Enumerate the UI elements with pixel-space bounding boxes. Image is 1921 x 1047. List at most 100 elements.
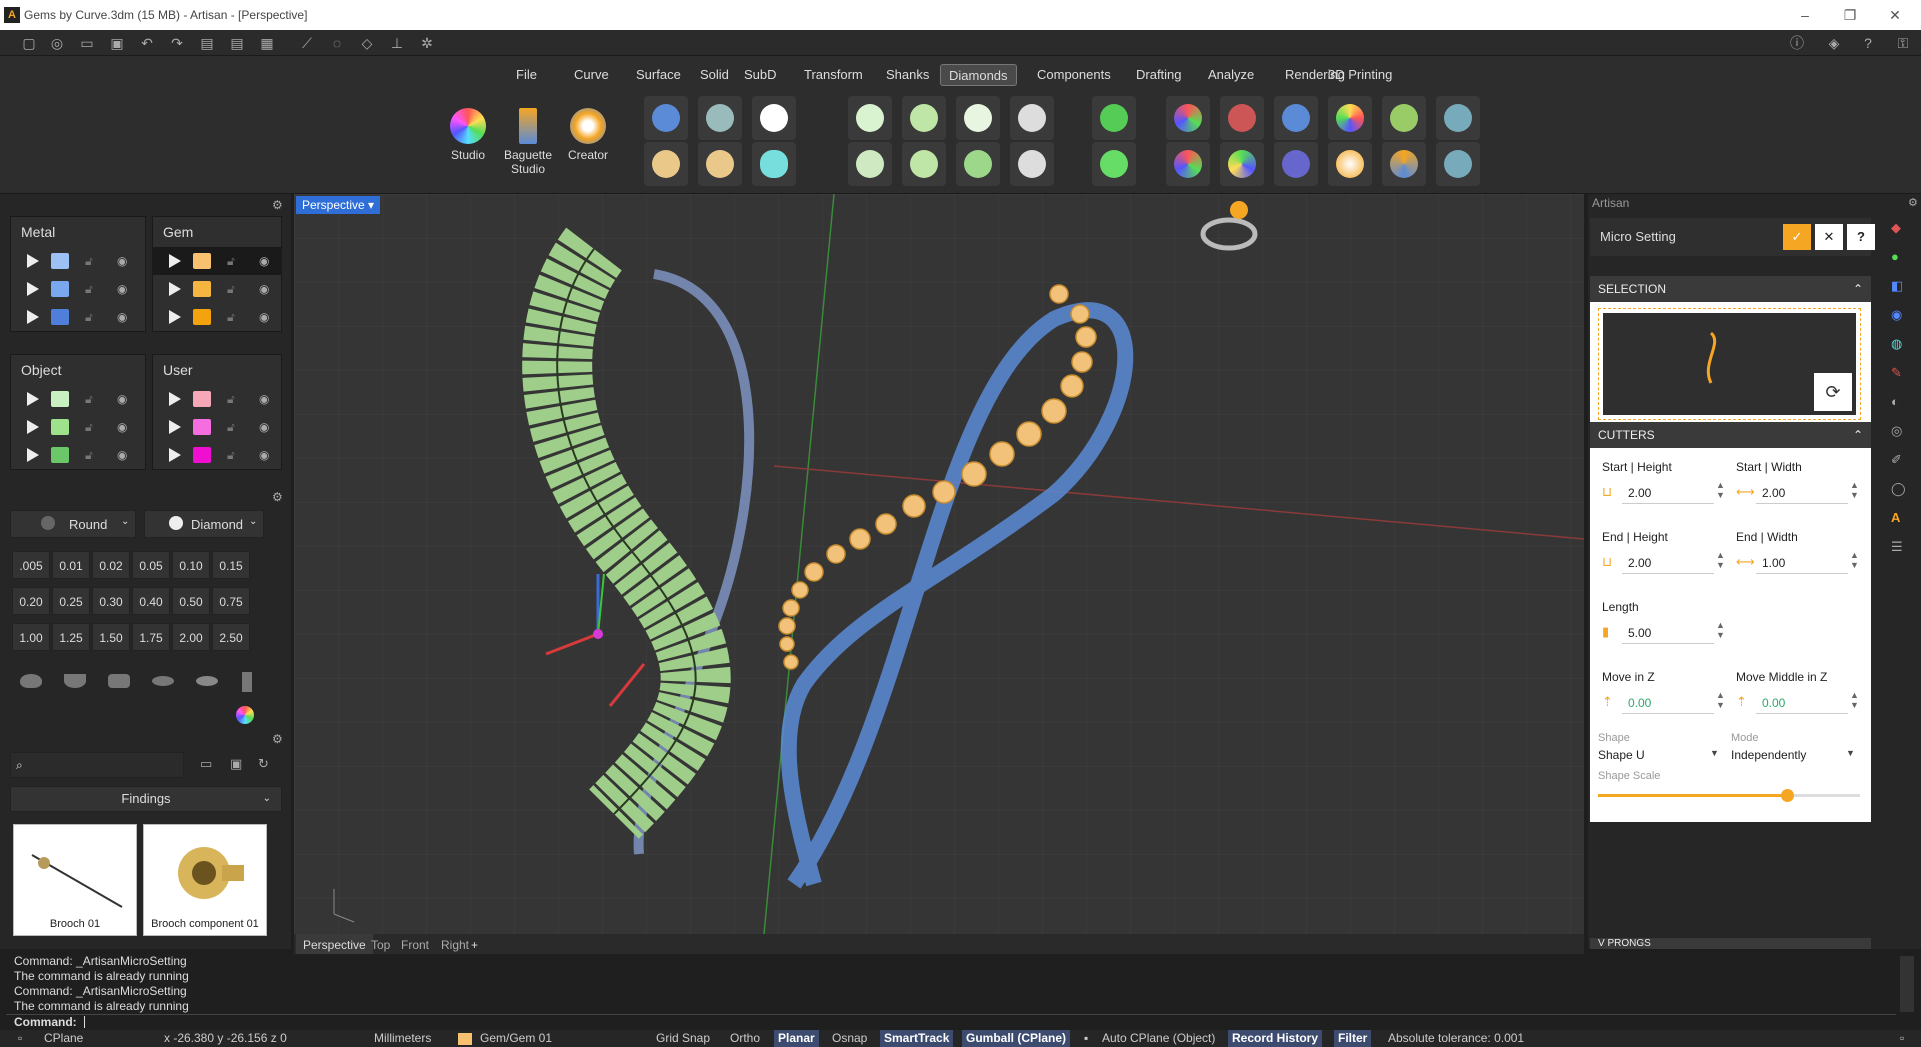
- play-icon[interactable]: [27, 310, 39, 324]
- sphere-tool[interactable]: [752, 96, 796, 140]
- layer-color-swatch[interactable]: [193, 309, 211, 325]
- end-width-stepper[interactable]: ▲ ▼: [1850, 550, 1859, 570]
- menu-shanks[interactable]: Shanks: [878, 64, 937, 86]
- add-viewport-icon[interactable]: +: [464, 934, 485, 954]
- menu-diamonds[interactable]: Diamonds: [940, 64, 1017, 86]
- new-file-icon[interactable]: ▢: [18, 33, 40, 53]
- layer-row[interactable]: 🔓︎ ◉: [11, 413, 145, 441]
- layer-row[interactable]: 🔓︎ ◉: [11, 303, 145, 331]
- length-input[interactable]: 5.00: [1622, 622, 1714, 644]
- redo-icon[interactable]: ↷: [166, 33, 188, 53]
- minimize-button[interactable]: –: [1785, 4, 1825, 26]
- layer-row[interactable]: 🔓︎ ◉: [11, 441, 145, 469]
- list-icon[interactable]: ☰: [1891, 539, 1919, 568]
- size-button[interactable]: 2.00: [172, 623, 210, 651]
- move-middle-z-input[interactable]: 0.00: [1756, 692, 1848, 714]
- halo-setting-icon[interactable]: [152, 676, 174, 686]
- cancel-button[interactable]: ✕: [1815, 224, 1843, 250]
- layers-icon[interactable]: ◈: [1823, 33, 1845, 53]
- layer-row[interactable]: 🔓︎ ◉: [11, 385, 145, 413]
- gem-tool-icon[interactable]: ✲: [416, 33, 438, 53]
- lock-icon[interactable]: 🔓︎: [227, 254, 235, 269]
- settings-gear-icon[interactable]: ⚙: [272, 198, 283, 212]
- layer-color-swatch[interactable]: [51, 419, 69, 435]
- viewport-perspective[interactable]: Perspective ▾ Perspective Top Front Righ…: [294, 194, 1584, 954]
- current-layer[interactable]: Gem/Gem 01: [476, 1030, 556, 1047]
- restore-button[interactable]: ❐: [1830, 4, 1870, 26]
- size-button[interactable]: 0.10: [172, 551, 210, 579]
- cluster-tool[interactable]: [956, 96, 1000, 140]
- lock-icon[interactable]: 🔓︎: [227, 448, 235, 463]
- gem-info-tool[interactable]: [1436, 142, 1480, 186]
- move-middle-z-stepper[interactable]: ▲ ▼: [1850, 690, 1859, 710]
- gem-color-icon[interactable]: [236, 706, 254, 724]
- notes-icon[interactable]: ✐: [1891, 452, 1919, 481]
- layer-row[interactable]: 🔓︎ ◉: [153, 275, 281, 303]
- eye-icon[interactable]: ◉: [117, 392, 127, 406]
- grid-snap-toggle[interactable]: Grid Snap: [652, 1030, 714, 1047]
- size-button[interactable]: 1.75: [132, 623, 170, 651]
- cut-dropdown[interactable]: Round ⌄: [10, 510, 136, 538]
- play-icon[interactable]: [169, 448, 181, 462]
- open-folder-icon[interactable]: ▭: [76, 33, 98, 53]
- help-icon[interactable]: ?: [1857, 33, 1879, 53]
- gem-export-tool[interactable]: [1382, 96, 1426, 140]
- lock-icon[interactable]: ▪: [1080, 1030, 1092, 1047]
- ortho-toggle[interactable]: Ortho: [726, 1030, 764, 1047]
- display-icon[interactable]: ◧: [1891, 278, 1919, 307]
- honeycomb-tool[interactable]: [1010, 142, 1054, 186]
- history-scrollbar[interactable]: [1900, 956, 1914, 1012]
- layer-row[interactable]: 🔓︎ ◉: [153, 413, 281, 441]
- play-icon[interactable]: [169, 392, 181, 406]
- bezel-tool[interactable]: [848, 96, 892, 140]
- record-history-toggle[interactable]: Record History: [1228, 1030, 1323, 1047]
- layer-row[interactable]: 🔓︎ ◉: [153, 441, 281, 469]
- snapshot-icon[interactable]: ◯: [1891, 481, 1919, 510]
- save-icon[interactable]: ▤: [196, 33, 218, 53]
- move-z-stepper[interactable]: ▲ ▼: [1716, 690, 1725, 710]
- gem-replace-tool[interactable]: [1328, 142, 1372, 186]
- selection-preview[interactable]: ⟳: [1598, 308, 1861, 420]
- eye-icon[interactable]: ◉: [117, 448, 127, 462]
- auto-cplane-toggle[interactable]: Auto CPlane (Object): [1098, 1030, 1219, 1047]
- prong-tool[interactable]: [1092, 96, 1136, 140]
- menu-drafting[interactable]: Drafting: [1128, 64, 1190, 86]
- oval-gem-tool[interactable]: [752, 142, 796, 186]
- planar-toggle[interactable]: Planar: [774, 1030, 819, 1047]
- palette-icon[interactable]: ◐: [1891, 394, 1919, 423]
- analyze-gems-tool[interactable]: [1166, 96, 1210, 140]
- menu-curve[interactable]: Curve: [566, 64, 617, 86]
- dimension-icon[interactable]: ⊥: [386, 33, 408, 53]
- add-folder-icon[interactable]: ▭: [200, 756, 212, 772]
- layer-color-swatch[interactable]: [193, 281, 211, 297]
- pave-tool[interactable]: [1010, 96, 1054, 140]
- size-button[interactable]: 0.75: [212, 587, 250, 615]
- menu-components[interactable]: Components: [1029, 64, 1119, 86]
- gems-between-tool[interactable]: [698, 96, 742, 140]
- layer-row[interactable]: 🔓︎ ◉: [153, 385, 281, 413]
- size-button[interactable]: 0.25: [52, 587, 90, 615]
- settings-gear-icon[interactable]: ⚙: [272, 490, 283, 504]
- cup-setting-icon[interactable]: [64, 674, 86, 688]
- size-button[interactable]: 0.05: [132, 551, 170, 579]
- library-item[interactable]: Brooch component 01: [143, 824, 267, 936]
- mode-dropdown[interactable]: Independently: [1731, 748, 1806, 762]
- size-button[interactable]: 0.01: [52, 551, 90, 579]
- start-width-stepper[interactable]: ▲ ▼: [1850, 480, 1859, 500]
- menu-subd[interactable]: SubD: [736, 64, 785, 86]
- size-button[interactable]: 0.15: [212, 551, 250, 579]
- chevron-down-icon[interactable]: ▼: [1846, 748, 1855, 758]
- chevron-down-icon[interactable]: ▼: [1710, 748, 1719, 758]
- close-button[interactable]: ✕: [1875, 4, 1915, 26]
- tab-top[interactable]: Top: [364, 934, 397, 954]
- gem-line-tool[interactable]: [698, 142, 742, 186]
- gem-rotate-tool[interactable]: [1220, 142, 1264, 186]
- menu-3d-printing[interactable]: 3D Printing: [1320, 64, 1400, 86]
- license-key-icon[interactable]: ⚿: [1892, 33, 1914, 53]
- baguette-studio-button[interactable]: Baguette Studio: [502, 96, 554, 188]
- start-width-input[interactable]: 2.00: [1756, 482, 1848, 504]
- end-height-stepper[interactable]: ▲ ▼: [1716, 550, 1725, 570]
- eye-icon[interactable]: ◉: [259, 392, 269, 406]
- osnap-toggle[interactable]: Osnap: [828, 1030, 871, 1047]
- info-icon[interactable]: ⓘ: [1786, 33, 1808, 53]
